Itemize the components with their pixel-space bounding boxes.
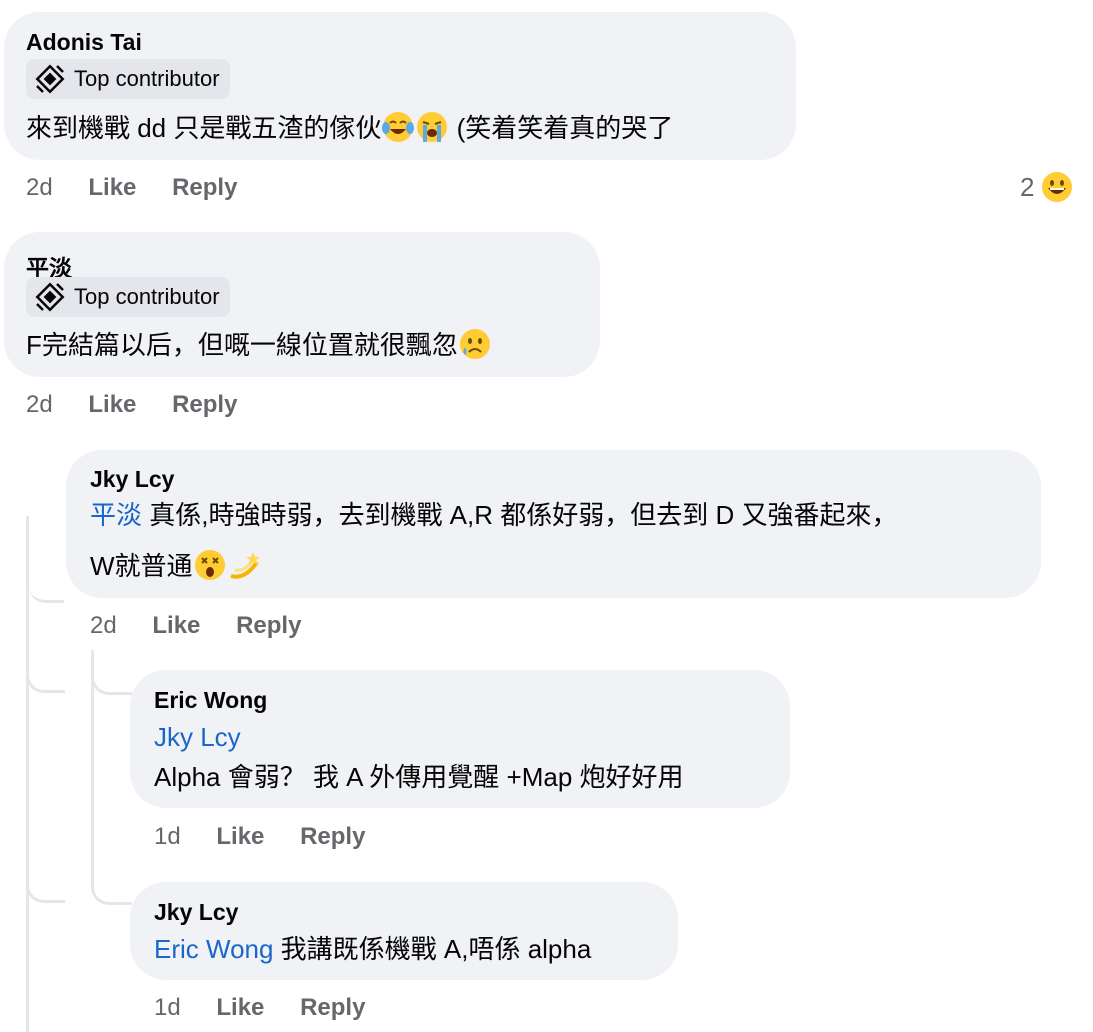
like-button[interactable]: Like [88,174,136,202]
comment-text: F完結篇以后，但嘅一線位置就很飄忽 [26,327,492,361]
thread-connector-curve [26,850,65,903]
comment-actions: 2d Like Reply [26,174,237,202]
dizzy-face-icon [194,550,225,580]
badge-label: Top contributor [74,284,220,309]
reply-bubble: Jky Lcy 平淡 真係,時強時弱，去到機戰 A,R 都係好弱，但去到 D 又… [66,450,1041,598]
like-button[interactable]: Like [152,612,200,640]
comment-text-part: 來到機戰 dd 只是戰五渣的傢伙 [26,113,382,143]
comment-actions: 1d Like Reply [154,823,365,851]
comment-text-part: 我講既係機戰 A,唔係 alpha [273,934,592,964]
comment-actions: 2d Like Reply [90,612,301,640]
face-with-tears-of-joy-icon [382,112,415,142]
comment-text-part: (笑着笑着真的哭了 [449,113,674,143]
comment-time[interactable]: 1d [154,994,181,1022]
comment-actions: 1d Like Reply [154,994,365,1022]
badge-label: Top contributor [74,66,220,91]
comment-author[interactable]: Jky Lcy [154,899,238,926]
comment-time[interactable]: 2d [90,612,117,640]
mention-link[interactable]: 平淡 [90,500,142,530]
comment-time[interactable]: 2d [26,391,53,419]
comment-time[interactable]: 2d [26,174,53,202]
comment-text-part: F完結篇以后，但嘅一線位置就很飄忽 [26,330,458,360]
reply-button[interactable]: Reply [300,823,365,851]
reply-button[interactable]: Reply [172,174,237,202]
grinning-face-icon [1042,172,1073,202]
comment-text: Eric Wong 我講既係機戰 A,唔係 alpha [154,934,591,965]
like-button[interactable]: Like [216,994,264,1022]
top-contributor-icon [35,282,65,312]
top-contributor-badge[interactable]: Top contributor [26,59,230,99]
thread-connector-curve [26,640,65,693]
mention-link[interactable]: Jky Lcy [154,722,241,753]
comment-text: Alpha 會弱？ 我 A 外傳用覺醒 +Map 炮好好用 [154,762,684,792]
comment-author[interactable]: Eric Wong [154,687,267,714]
comment-bubble: Adonis Tai Top contributor 來到機戰 dd 只是戰五渣… [4,12,796,160]
reaction-count: 2 [1020,171,1035,202]
comment-text-line2: W就普通 [90,548,261,582]
comment-author[interactable]: Jky Lcy [90,466,174,493]
reply-bubble: Eric Wong Jky Lcy Alpha 會弱？ 我 A 外傳用覺醒 +M… [130,670,790,808]
comment-author[interactable]: Adonis Tai [26,29,142,56]
comment-text-part: W就普通 [90,551,193,581]
top-contributor-badge[interactable]: Top contributor [26,277,230,317]
comment-actions: 2d Like Reply [26,391,237,419]
reply-button[interactable]: Reply [236,612,301,640]
top-contributor-icon [35,64,65,94]
comment-text: 來到機戰 dd 只是戰五渣的傢伙 (笑着笑着真的哭了 [26,110,673,144]
reply-bubble: Jky Lcy Eric Wong 我講既係機戰 A,唔係 alpha [130,882,678,980]
comment-text-line1: 平淡 真係,時強時弱，去到機戰 A,R 都係好弱，但去到 D 又強番起來， [90,500,897,531]
loudly-crying-face-icon [417,112,448,142]
comment-bubble: 平淡 Top contributor F完結篇以后，但嘅一線位置就很飄忽 [4,232,600,377]
thread-line-main [26,516,29,1032]
mention-link[interactable]: Eric Wong [154,934,273,964]
crying-face-icon [459,329,490,359]
comment-text-part: 真係,時強時弱，去到機戰 A,R 都係好弱，但去到 D 又強番起來， [142,500,898,530]
reply-button[interactable]: Reply [300,994,365,1022]
thread-connector-curve [91,860,132,905]
reaction-summary[interactable]: 2 [1020,170,1074,204]
thread-connector-curve [91,650,132,695]
comment-time[interactable]: 1d [154,823,181,851]
reply-button[interactable]: Reply [172,391,237,419]
like-button[interactable]: Like [216,823,264,851]
dizzy-symbol-icon [229,552,260,579]
like-button[interactable]: Like [88,391,136,419]
thread-connector-curve [28,560,64,603]
